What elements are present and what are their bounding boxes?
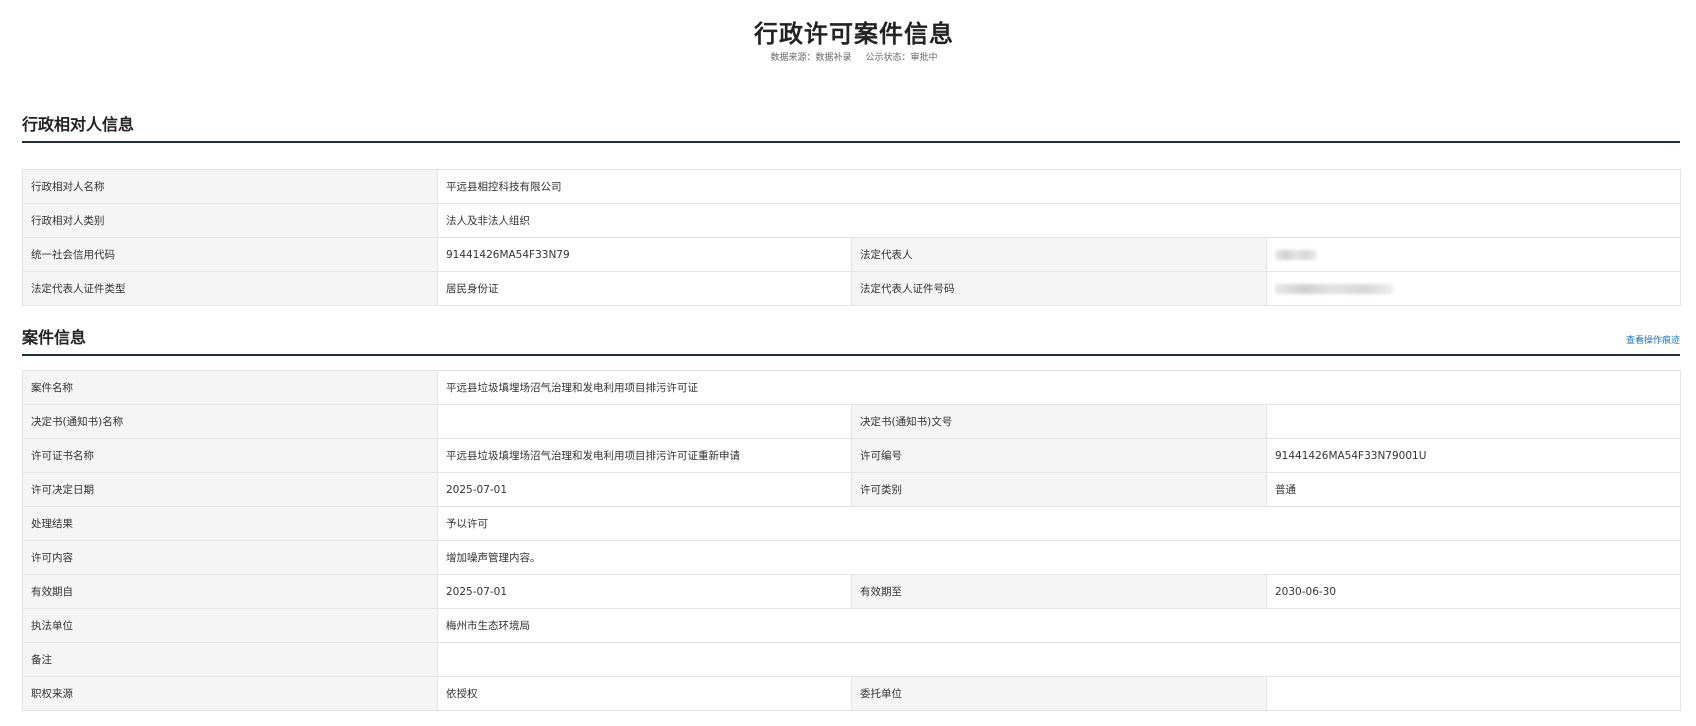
case-section-header: 案件信息 查看操作痕迹 (22, 320, 1680, 356)
table-row: 执法单位 梅州市生态环境局 (22, 608, 1682, 643)
case-info-table: 案件名称 平远县垃圾填埋场沼气治理和发电利用项目排污许可证 决定书(通知书)名称… (22, 370, 1682, 711)
field-value: 91441426MA54F33N79001U (1265, 438, 1682, 473)
field-label: 行政相对人名称 (22, 169, 438, 204)
table-row: 许可内容 增加噪声管理内容。 (22, 540, 1682, 575)
page-title: 行政许可案件信息 (754, 20, 954, 48)
field-value: 增加噪声管理内容。 (436, 540, 1682, 575)
party-section-header: 行政相对人信息 (22, 107, 1680, 143)
field-label: 法定代表人证件号码 (851, 271, 1267, 306)
redacted-mask (1275, 249, 1317, 260)
table-row: 案件名称 平远县垃圾填埋场沼气治理和发电利用项目排污许可证 (22, 370, 1682, 405)
field-value: 法人及非法人组织 (436, 203, 1682, 238)
field-label: 许可内容 (22, 540, 438, 575)
legal-rep-redacted (1265, 237, 1682, 272)
field-value: 平远县垃圾填埋场沼气治理和发电利用项目排污许可证重新申请 (437, 438, 852, 473)
table-row: 职权来源 依授权 委托单位 (22, 676, 1682, 711)
field-value: 依授权 (437, 676, 852, 711)
field-label: 许可类别 (851, 472, 1267, 507)
field-label: 备注 (22, 642, 438, 677)
field-value: 91441426MA54F33N79 (437, 237, 852, 272)
redacted-mask (1275, 283, 1393, 294)
table-row: 统一社会信用代码 91441426MA54F33N79 法定代表人 (22, 237, 1682, 272)
field-label: 案件名称 (22, 370, 438, 405)
table-row: 行政相对人类别 法人及非法人组织 (22, 203, 1682, 238)
view-operation-trace-link[interactable]: 查看操作痕迹 (1626, 333, 1680, 346)
field-label: 职权来源 (22, 676, 438, 711)
field-label: 有效期至 (851, 574, 1267, 609)
field-value: 2030-06-30 (1265, 574, 1682, 609)
field-label: 执法单位 (22, 608, 438, 643)
field-value: 平远县垃圾填埋场沼气治理和发电利用项目排污许可证 (436, 370, 1682, 405)
field-label: 许可决定日期 (22, 472, 438, 507)
table-row: 许可证书名称 平远县垃圾填埋场沼气治理和发电利用项目排污许可证重新申请 许可编号… (22, 438, 1682, 473)
field-value (1265, 404, 1682, 439)
field-label: 决定书(通知书)名称 (22, 404, 438, 439)
field-label: 统一社会信用代码 (22, 237, 438, 272)
field-value (437, 404, 852, 439)
field-label: 有效期自 (22, 574, 438, 609)
field-value (436, 642, 1682, 677)
field-label: 许可证书名称 (22, 438, 438, 473)
field-value: 2025-07-01 (437, 574, 852, 609)
table-row: 决定书(通知书)名称 决定书(通知书)文号 (22, 404, 1682, 439)
field-value: 予以许可 (436, 506, 1682, 541)
table-row: 处理结果 予以许可 (22, 506, 1682, 541)
field-value (1265, 676, 1682, 711)
field-value: 居民身份证 (437, 271, 852, 306)
field-value: 普通 (1265, 472, 1682, 507)
data-source-text: 数据来源：数据补录 (770, 53, 852, 63)
field-label: 处理结果 (22, 506, 438, 541)
field-label: 行政相对人类别 (22, 203, 438, 238)
field-value: 梅州市生态环境局 (436, 608, 1682, 643)
party-section-title: 行政相对人信息 (22, 115, 135, 134)
table-row: 备注 (22, 642, 1682, 677)
table-row: 许可决定日期 2025-07-01 许可类别 普通 (22, 472, 1682, 507)
field-value: 平远县相控科技有限公司 (436, 169, 1682, 204)
field-label: 许可编号 (851, 438, 1267, 473)
page-meta: 数据来源：数据补录 公示状态：审批中 (0, 50, 1696, 63)
field-label: 法定代表人证件类型 (22, 271, 438, 306)
id-number-redacted (1265, 271, 1682, 306)
field-value: 2025-07-01 (437, 472, 852, 507)
field-label: 决定书(通知书)文号 (851, 404, 1267, 439)
case-section-title: 案件信息 (22, 328, 87, 347)
party-info-table: 行政相对人名称 平远县相控科技有限公司 行政相对人类别 法人及非法人组织 统一社… (22, 169, 1682, 306)
table-row: 行政相对人名称 平远县相控科技有限公司 (22, 169, 1682, 204)
public-status-text: 公示状态：审批中 (865, 53, 938, 63)
field-label: 法定代表人 (851, 237, 1267, 272)
table-row: 法定代表人证件类型 居民身份证 法定代表人证件号码 (22, 271, 1682, 306)
table-row: 有效期自 2025-07-01 有效期至 2030-06-30 (22, 574, 1682, 609)
field-label: 委托单位 (851, 676, 1267, 711)
